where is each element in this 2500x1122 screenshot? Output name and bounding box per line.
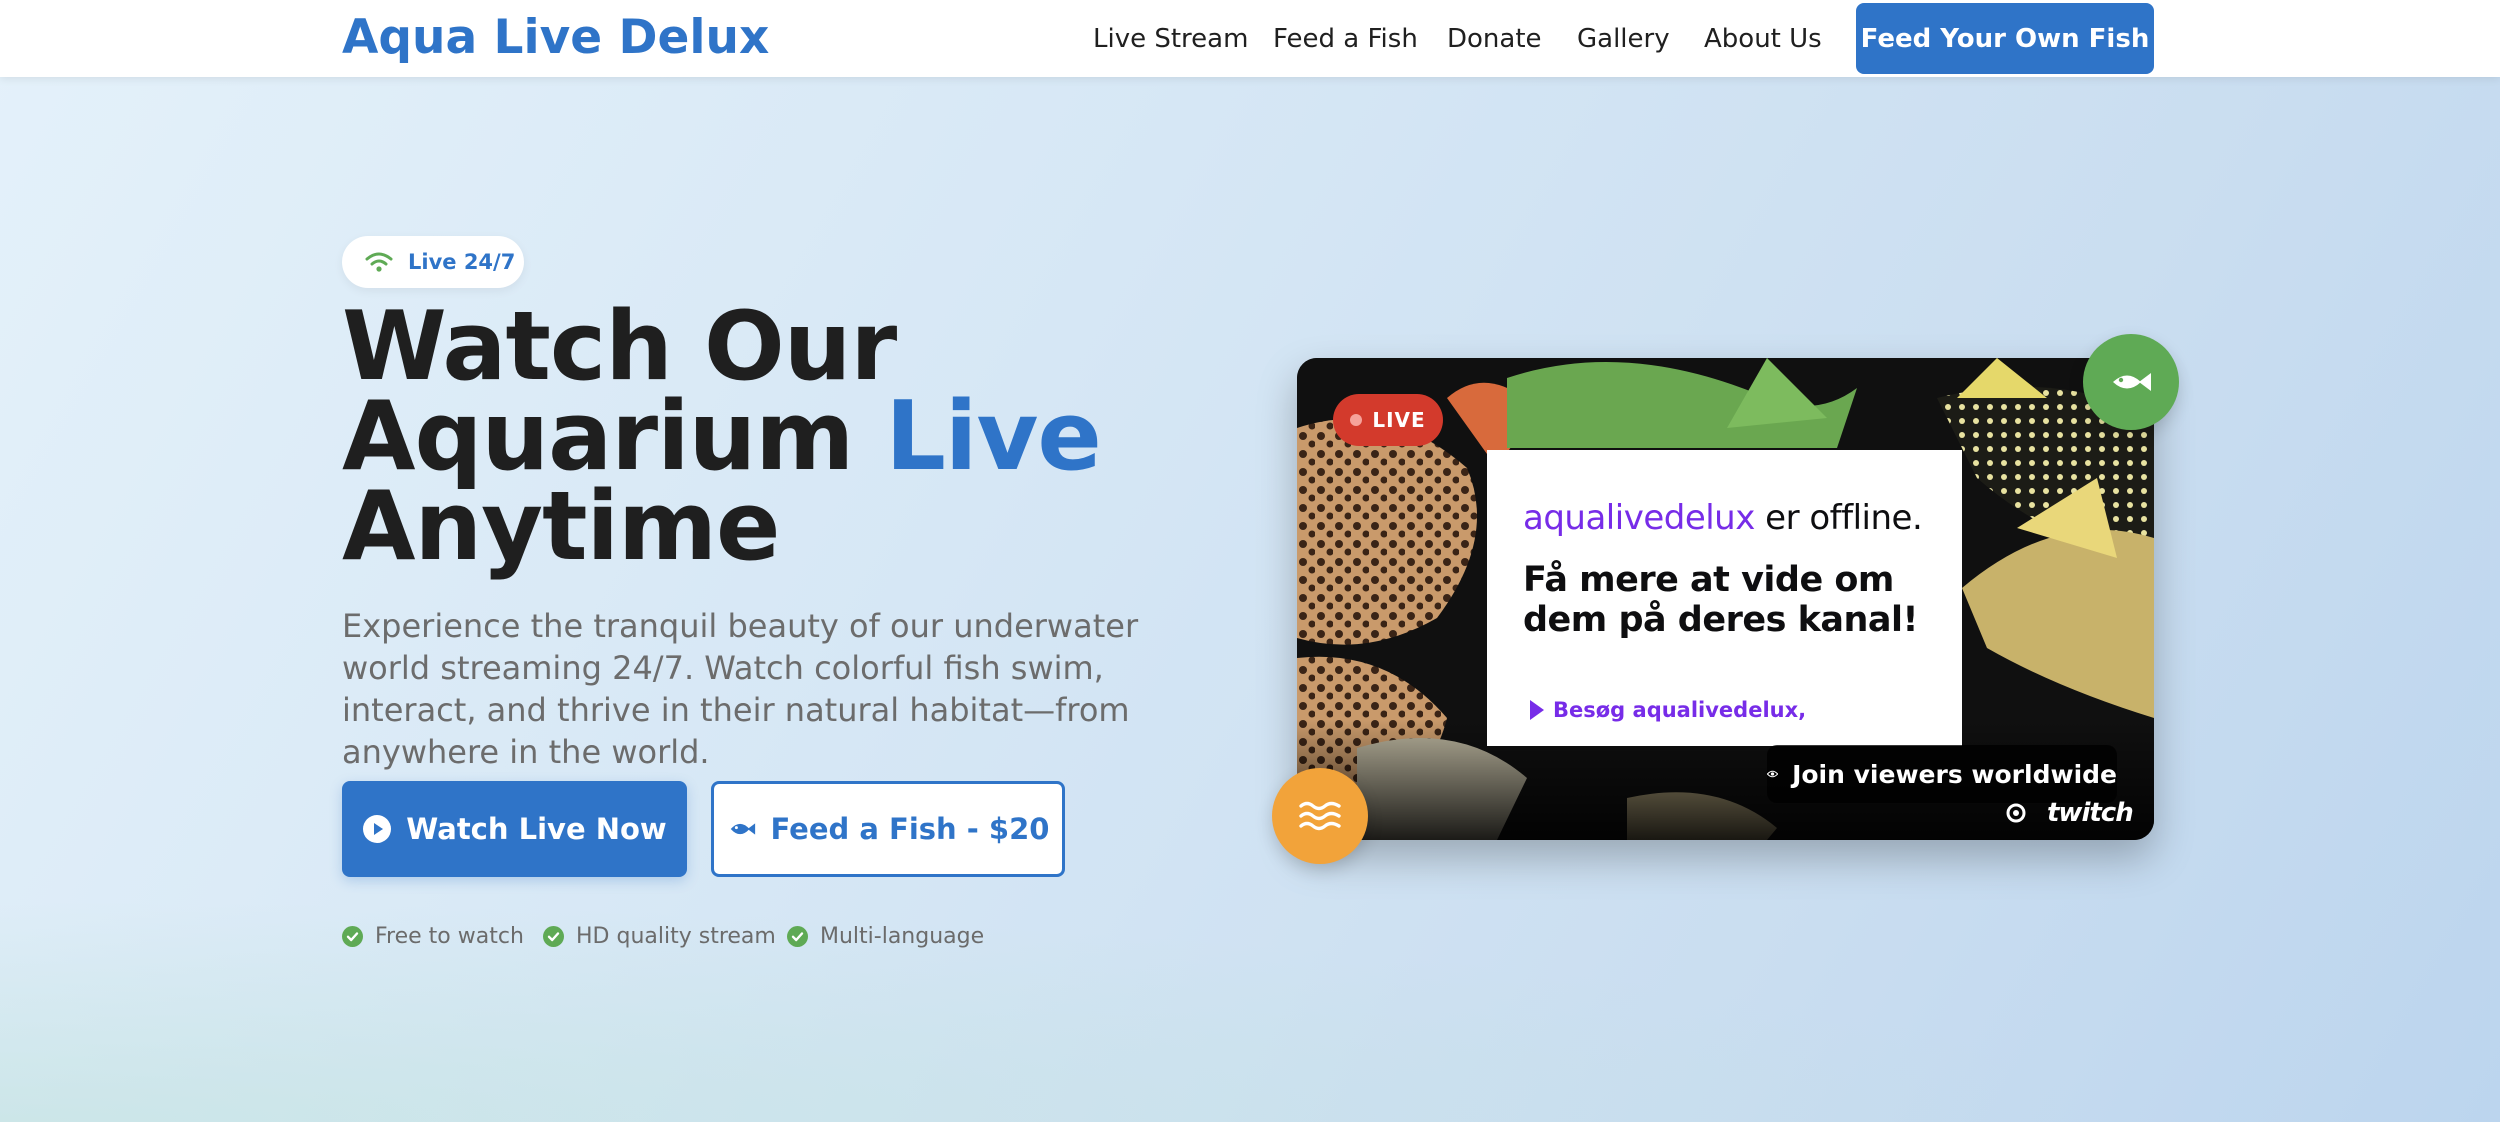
offline-message: Få mere at vide om dem på deres kanal!	[1523, 560, 1919, 640]
fish-icon	[2113, 373, 2151, 391]
check-circle-icon	[787, 926, 808, 947]
headline-line3: Anytime	[342, 472, 780, 582]
fish-badge	[2083, 334, 2179, 430]
feed-a-fish-label: Feed a Fish - $20	[770, 812, 1050, 846]
offline-status-text: er offline.	[1754, 498, 1923, 538]
hero-subtitle: Experience the tranquil beauty of our un…	[342, 607, 1139, 771]
brand-logo[interactable]: Aqua Live Delux	[342, 10, 769, 66]
feature-item: Multi-language	[787, 924, 984, 949]
feature-item: Free to watch	[342, 924, 524, 949]
eye-icon	[1767, 770, 1779, 778]
watch-live-label: Watch Live Now	[406, 812, 667, 846]
wifi-icon	[365, 252, 393, 272]
live-badge-label: Live 24/7	[408, 250, 516, 274]
feature-label: Multi-language	[820, 924, 985, 949]
nav-item-about-us[interactable]: About Us	[1704, 22, 1822, 56]
nav-item-donate[interactable]: Donate	[1447, 22, 1542, 56]
fish-icon	[730, 823, 755, 835]
feature-label: HD quality stream	[576, 924, 776, 949]
feature-label: Free to watch	[375, 924, 524, 949]
live-dot-icon	[1350, 414, 1363, 426]
live-stream-player[interactable]: LIVE aqualivedelux er offline. Få mere a…	[1297, 358, 2154, 840]
headline-accent: Live	[885, 382, 1101, 492]
live-badge: Live 24/7	[342, 236, 524, 288]
nav-item-live-stream[interactable]: Live Stream	[1093, 22, 1248, 56]
viewers-label: Join viewers worldwide	[1792, 759, 2117, 789]
offline-notice: aqualivedelux er offline. Få mere at vid…	[1487, 450, 1962, 746]
live-indicator: LIVE	[1333, 394, 1443, 446]
settings-icon[interactable]	[2002, 800, 2030, 826]
twitch-logo[interactable]: twitch	[2047, 798, 2134, 828]
nav-item-feed-a-fish[interactable]: Feed a Fish	[1273, 22, 1418, 56]
feed-your-own-fish-button[interactable]: Feed Your Own Fish	[1856, 3, 2154, 74]
live-label: LIVE	[1372, 408, 1426, 432]
feed-a-fish-button[interactable]: Feed a Fish - $20	[711, 781, 1065, 877]
visit-channel-label: Besøg aqualivedelux,	[1553, 698, 1807, 722]
play-circle-icon	[363, 815, 392, 843]
check-circle-icon	[342, 926, 363, 947]
check-circle-icon	[543, 926, 564, 947]
site-header: Aqua Live Delux Live Stream Feed a Fish …	[0, 0, 2500, 77]
nav-item-gallery[interactable]: Gallery	[1577, 22, 1670, 56]
channel-name[interactable]: aqualivedelux	[1523, 498, 1755, 538]
background-decoration	[0, 862, 2500, 1122]
feature-item: HD quality stream	[543, 924, 776, 949]
viewers-badge: Join viewers worldwide	[1767, 745, 2117, 803]
page-title: Watch Our Aquarium Live Anytime	[342, 300, 1242, 575]
play-icon	[1530, 700, 1544, 720]
water-waves-icon	[1299, 801, 1341, 831]
visit-channel-link[interactable]: Besøg aqualivedelux,	[1529, 698, 1806, 722]
offline-status: aqualivedelux er offline.	[1523, 498, 1926, 538]
waves-badge	[1272, 768, 1368, 864]
watch-live-button[interactable]: Watch Live Now	[342, 781, 687, 877]
